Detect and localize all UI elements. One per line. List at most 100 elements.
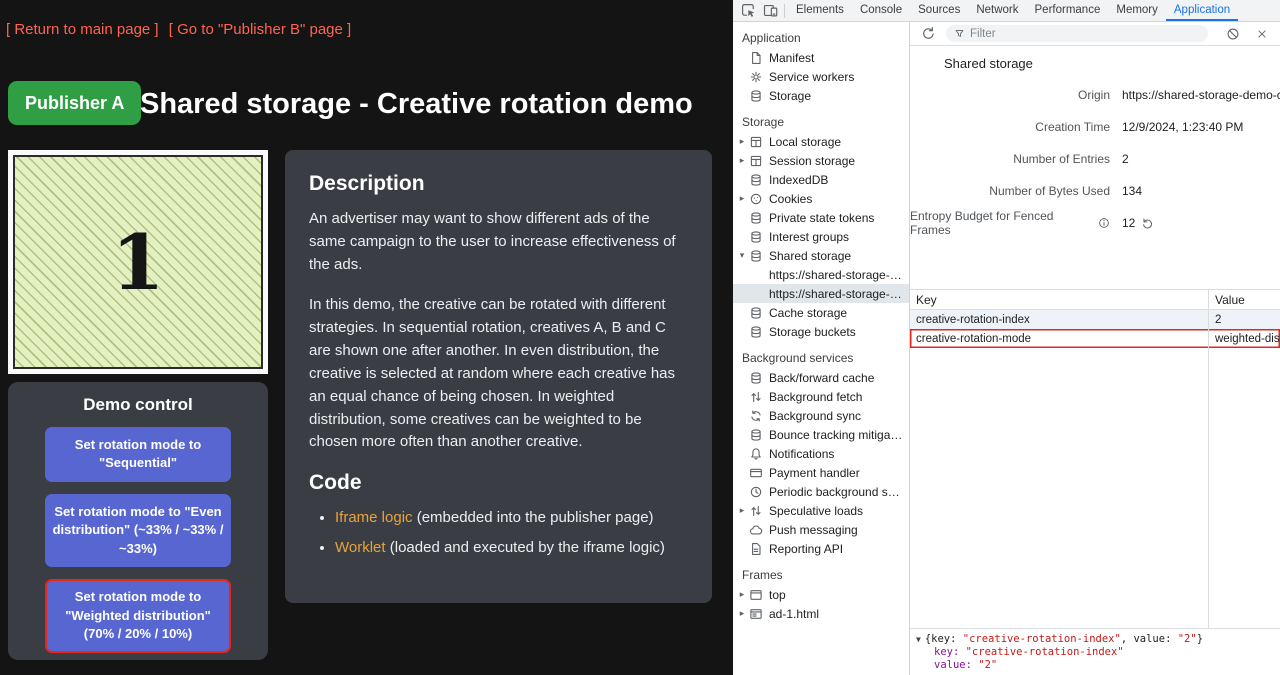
clear-all-icon[interactable] xyxy=(1222,24,1244,44)
return-main-link[interactable]: [ Return to main page ] xyxy=(6,21,159,38)
sidebar-item-ad-1-html[interactable]: ▸ ad-1.html xyxy=(733,604,909,623)
sidebar-item-session-storage[interactable]: ▸ Session storage xyxy=(733,151,909,170)
rotation-mode-button-1[interactable]: Set rotation mode to "Sequential" xyxy=(45,427,231,482)
inspect-icon[interactable] xyxy=(737,1,759,21)
sidebar-item-push-messaging[interactable]: Push messaging xyxy=(733,520,909,539)
sidebar-item-interest-groups[interactable]: Interest groups xyxy=(733,227,909,246)
close-icon[interactable] xyxy=(1251,24,1273,44)
card-icon xyxy=(748,466,763,480)
sidebar-item-label: Reporting API xyxy=(769,542,909,556)
sidebar-item-speculative-loads[interactable]: ▸Speculative loads xyxy=(733,501,909,520)
expander-icon[interactable]: ▸ xyxy=(736,136,748,147)
tab-performance[interactable]: Performance xyxy=(1027,0,1109,21)
sidebar-item-label: Push messaging xyxy=(769,523,909,537)
sidebar-item-label: ad-1.html xyxy=(769,607,909,621)
devtools-window: ElementsConsoleSourcesNetworkPerformance… xyxy=(733,0,1280,675)
storage-toolbar: Filter xyxy=(910,22,1280,46)
tab-elements[interactable]: Elements xyxy=(788,0,852,21)
sidebar-item-label: Cookies xyxy=(769,192,909,206)
expander-icon[interactable]: ▸ xyxy=(736,505,748,516)
device-toolbar-icon[interactable] xyxy=(759,1,781,21)
table-row-creative-rotation-index[interactable]: creative-rotation-index2 xyxy=(910,310,1280,329)
expander-icon[interactable]: ▸ xyxy=(736,193,748,204)
cloud-icon xyxy=(748,523,763,537)
sidebar-item-label: Bounce tracking mitiga… xyxy=(769,428,909,442)
sidebar-item-indexeddb[interactable]: IndexedDB xyxy=(733,170,909,189)
clock-icon xyxy=(748,485,763,499)
sidebar-item-top[interactable]: ▸top xyxy=(733,585,909,604)
reset-budget-icon[interactable] xyxy=(1141,217,1154,230)
sidebar-item-label: https://shared-storage-d… xyxy=(769,268,909,282)
metadata-value-text: https://shared-storage-demo-co xyxy=(1122,88,1280,102)
filter-input[interactable]: Filter xyxy=(946,25,1208,42)
property-name: value: xyxy=(934,659,978,671)
refresh-icon[interactable] xyxy=(917,24,939,44)
arrows-icon xyxy=(748,390,763,404)
sidebar-item-background-sync[interactable]: Background sync xyxy=(733,406,909,425)
storage-table: KeyValue creative-rotation-index2creativ… xyxy=(910,289,1280,628)
table-row-creative-rotation-mode[interactable]: creative-rotation-modeweighted-distribut… xyxy=(910,329,1280,348)
sidebar-item-shared-storage[interactable]: ▾Shared storage xyxy=(733,246,909,265)
expander-icon[interactable]: ▸ xyxy=(736,155,748,166)
info-icon[interactable] xyxy=(1098,217,1110,229)
section-header-background-services: Background services xyxy=(733,348,909,368)
tab-network[interactable]: Network xyxy=(968,0,1026,21)
sidebar-item-service-workers[interactable]: Service workers xyxy=(733,67,909,86)
table-rows: creative-rotation-index2creative-rotatio… xyxy=(910,310,1280,348)
rotation-mode-button-2[interactable]: Set rotation mode to "Even distribution"… xyxy=(45,494,231,567)
property-name: key: xyxy=(934,646,966,658)
rotation-mode-button-3[interactable]: Set rotation mode to "Weighted distribut… xyxy=(45,579,231,652)
code-link-worklet[interactable]: Worklet xyxy=(335,539,386,556)
sidebar-item-manifest[interactable]: Manifest xyxy=(733,48,909,67)
code-link-rest: (loaded and executed by the iframe logic… xyxy=(386,539,665,556)
code-link-iframe-logic[interactable]: Iframe logic xyxy=(335,509,413,526)
preview-comma: , xyxy=(1121,633,1134,645)
database-icon xyxy=(748,230,763,244)
sidebar-item-private-state-tokens[interactable]: Private state tokens xyxy=(733,208,909,227)
preview-prop-string: "2" xyxy=(1178,633,1197,645)
sidebar-item-label: Notifications xyxy=(769,447,909,461)
metadata-label: Origin xyxy=(910,88,1110,102)
database-icon xyxy=(748,173,763,187)
sidebar-item-bounce-tracking-mitiga[interactable]: Bounce tracking mitiga… xyxy=(733,425,909,444)
sidebar-item-cache-storage[interactable]: Cache storage xyxy=(733,303,909,322)
tab-application[interactable]: Application xyxy=(1166,0,1238,21)
metadata-label-text: Entropy Budget for Fenced Frames xyxy=(910,209,1094,237)
expander-icon[interactable]: ▸ xyxy=(736,608,748,619)
cookie-icon xyxy=(748,192,763,206)
sidebar-item-https-shared-storage-d[interactable]: https://shared-storage-d… xyxy=(733,284,909,303)
sidebar-item-https-shared-storage-d[interactable]: https://shared-storage-d… xyxy=(733,265,909,284)
preview-prop-name: value: xyxy=(1133,633,1177,645)
sidebar-item-payment-handler[interactable]: Payment handler xyxy=(733,463,909,482)
devtools-tabs: ElementsConsoleSourcesNetworkPerformance… xyxy=(788,0,1238,21)
creative-ad-frame: 1 xyxy=(8,150,268,374)
expander-icon[interactable]: ▸ xyxy=(736,589,748,600)
tab-memory[interactable]: Memory xyxy=(1108,0,1166,21)
sidebar-item-storage-buckets[interactable]: Storage buckets xyxy=(733,322,909,341)
tab-console[interactable]: Console xyxy=(852,0,910,21)
report-icon xyxy=(748,542,763,556)
metadata-label: Creation Time xyxy=(910,120,1110,134)
sidebar-item-storage[interactable]: Storage xyxy=(733,86,909,105)
publisher-b-link[interactable]: [ Go to "Publisher B" page ] xyxy=(169,21,351,38)
sidebar-item-reporting-api[interactable]: Reporting API xyxy=(733,539,909,558)
column-header-key[interactable]: Key xyxy=(910,290,1209,309)
column-header-value[interactable]: Value xyxy=(1209,290,1280,309)
toolbar-separator xyxy=(784,4,785,18)
cell-value: weighted-distribution xyxy=(1209,329,1280,348)
sidebar-item-back-forward-cache[interactable]: Back/forward cache xyxy=(733,368,909,387)
sidebar-item-label: Session storage xyxy=(769,154,909,168)
sidebar-item-label: Manifest xyxy=(769,51,909,65)
sidebar-item-background-fetch[interactable]: Background fetch xyxy=(733,387,909,406)
devtools-main: Filter Shared storage Originhttps://shar… xyxy=(910,22,1280,675)
page-title: Shared storage - Creative rotation demo xyxy=(140,88,693,121)
expander-icon[interactable]: ▾ xyxy=(736,250,748,261)
sidebar-item-label: Storage buckets xyxy=(769,325,909,339)
sidebar-item-notifications[interactable]: Notifications xyxy=(733,444,909,463)
frame-icon xyxy=(748,588,763,602)
tab-sources[interactable]: Sources xyxy=(910,0,968,21)
sidebar-item-cookies[interactable]: ▸ Cookies xyxy=(733,189,909,208)
expander-icon[interactable]: ▼ xyxy=(916,635,921,644)
sidebar-item-local-storage[interactable]: ▸Local storage xyxy=(733,132,909,151)
sidebar-item-periodic-background-s[interactable]: Periodic background s… xyxy=(733,482,909,501)
